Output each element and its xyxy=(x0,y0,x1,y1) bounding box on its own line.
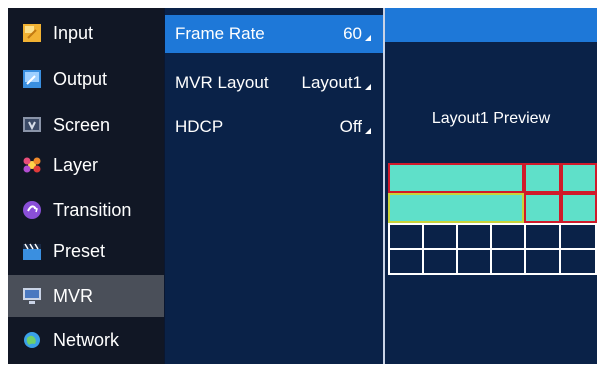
sidebar-item-label: Transition xyxy=(53,199,132,220)
sidebar-item-label: Input xyxy=(53,22,94,43)
dropdown-arrow-icon xyxy=(365,128,371,134)
preview-cell-empty xyxy=(422,223,458,250)
preview-window xyxy=(561,163,597,193)
preview-cell-empty xyxy=(490,248,526,275)
preview-header-bar xyxy=(385,8,597,42)
sidebar-item-transition[interactable]: Transition xyxy=(8,189,164,231)
sidebar-item-label: Layer xyxy=(53,154,99,175)
preview-cell-empty xyxy=(559,223,597,250)
preview-cell-empty xyxy=(524,248,561,275)
preview-window xyxy=(388,163,524,193)
mvr-layout-value: Layout1 xyxy=(301,73,363,92)
preview-window xyxy=(561,193,597,223)
sidebar-item-mvr[interactable]: MVR xyxy=(8,275,164,317)
layer-icon xyxy=(23,156,41,174)
preview-cell-empty xyxy=(490,223,526,250)
preview-window xyxy=(524,193,561,223)
layout-preview-panel: Layout1 Preview xyxy=(385,8,597,364)
preview-cell-empty xyxy=(388,223,424,250)
layout-preview-grid xyxy=(388,163,597,275)
network-icon xyxy=(23,331,41,349)
hdcp-label: HDCP xyxy=(175,117,224,136)
input-icon xyxy=(23,24,41,42)
sidebar-item-screen[interactable]: Screen xyxy=(8,104,164,146)
sidebar-item-network[interactable]: Network xyxy=(8,319,164,361)
preview-window xyxy=(524,163,561,193)
frame-rate-label: Frame Rate xyxy=(175,24,265,43)
preview-cell-empty xyxy=(456,223,492,250)
mvr-icon xyxy=(23,287,41,305)
sidebar-item-output[interactable]: Output xyxy=(8,58,164,100)
preview-cell-empty xyxy=(559,248,597,275)
sidebar-item-label: MVR xyxy=(53,285,93,306)
sidebar-item-layer[interactable]: Layer xyxy=(8,144,164,186)
preview-window xyxy=(388,193,524,223)
mvr-layout-label: MVR Layout xyxy=(175,73,269,92)
mvr-layout-row[interactable]: MVR Layout Layout1 xyxy=(165,64,383,102)
hdcp-value: Off xyxy=(339,117,362,136)
preview-cell-empty xyxy=(456,248,492,275)
frame-rate-value: 60 xyxy=(343,24,362,43)
sidebar-item-input[interactable]: Input xyxy=(8,12,164,54)
mvr-settings-screen: Input Output Screen Layer Transition Pre… xyxy=(8,8,597,364)
settings-panel: Frame Rate 60 MVR Layout Layout1 HDCP Of… xyxy=(165,8,383,364)
preview-cell-empty xyxy=(524,223,561,250)
sidebar-item-label: Output xyxy=(53,68,108,89)
dropdown-arrow-icon xyxy=(365,84,371,90)
sidebar-item-label: Preset xyxy=(53,240,106,261)
preview-cell-empty xyxy=(422,248,458,275)
frame-rate-row[interactable]: Frame Rate 60 xyxy=(165,15,383,53)
sidebar-item-preset[interactable]: Preset xyxy=(8,230,164,272)
mvr-layout-dropdown[interactable]: Layout1 xyxy=(301,73,371,93)
screen-icon xyxy=(23,116,41,134)
dropdown-arrow-icon xyxy=(365,35,371,41)
sidebar-item-label: Network xyxy=(53,329,120,350)
frame-rate-dropdown[interactable]: 60 xyxy=(343,24,371,44)
sidebar: Input Output Screen Layer Transition Pre… xyxy=(8,8,164,364)
preset-icon xyxy=(23,242,41,260)
transition-icon xyxy=(23,201,41,219)
preview-title: Layout1 Preview xyxy=(431,110,551,127)
hdcp-row[interactable]: HDCP Off xyxy=(165,108,383,146)
preview-cell-empty xyxy=(388,248,424,275)
hdcp-dropdown[interactable]: Off xyxy=(340,117,371,137)
sidebar-item-label: Screen xyxy=(53,114,111,135)
output-icon xyxy=(23,70,41,88)
